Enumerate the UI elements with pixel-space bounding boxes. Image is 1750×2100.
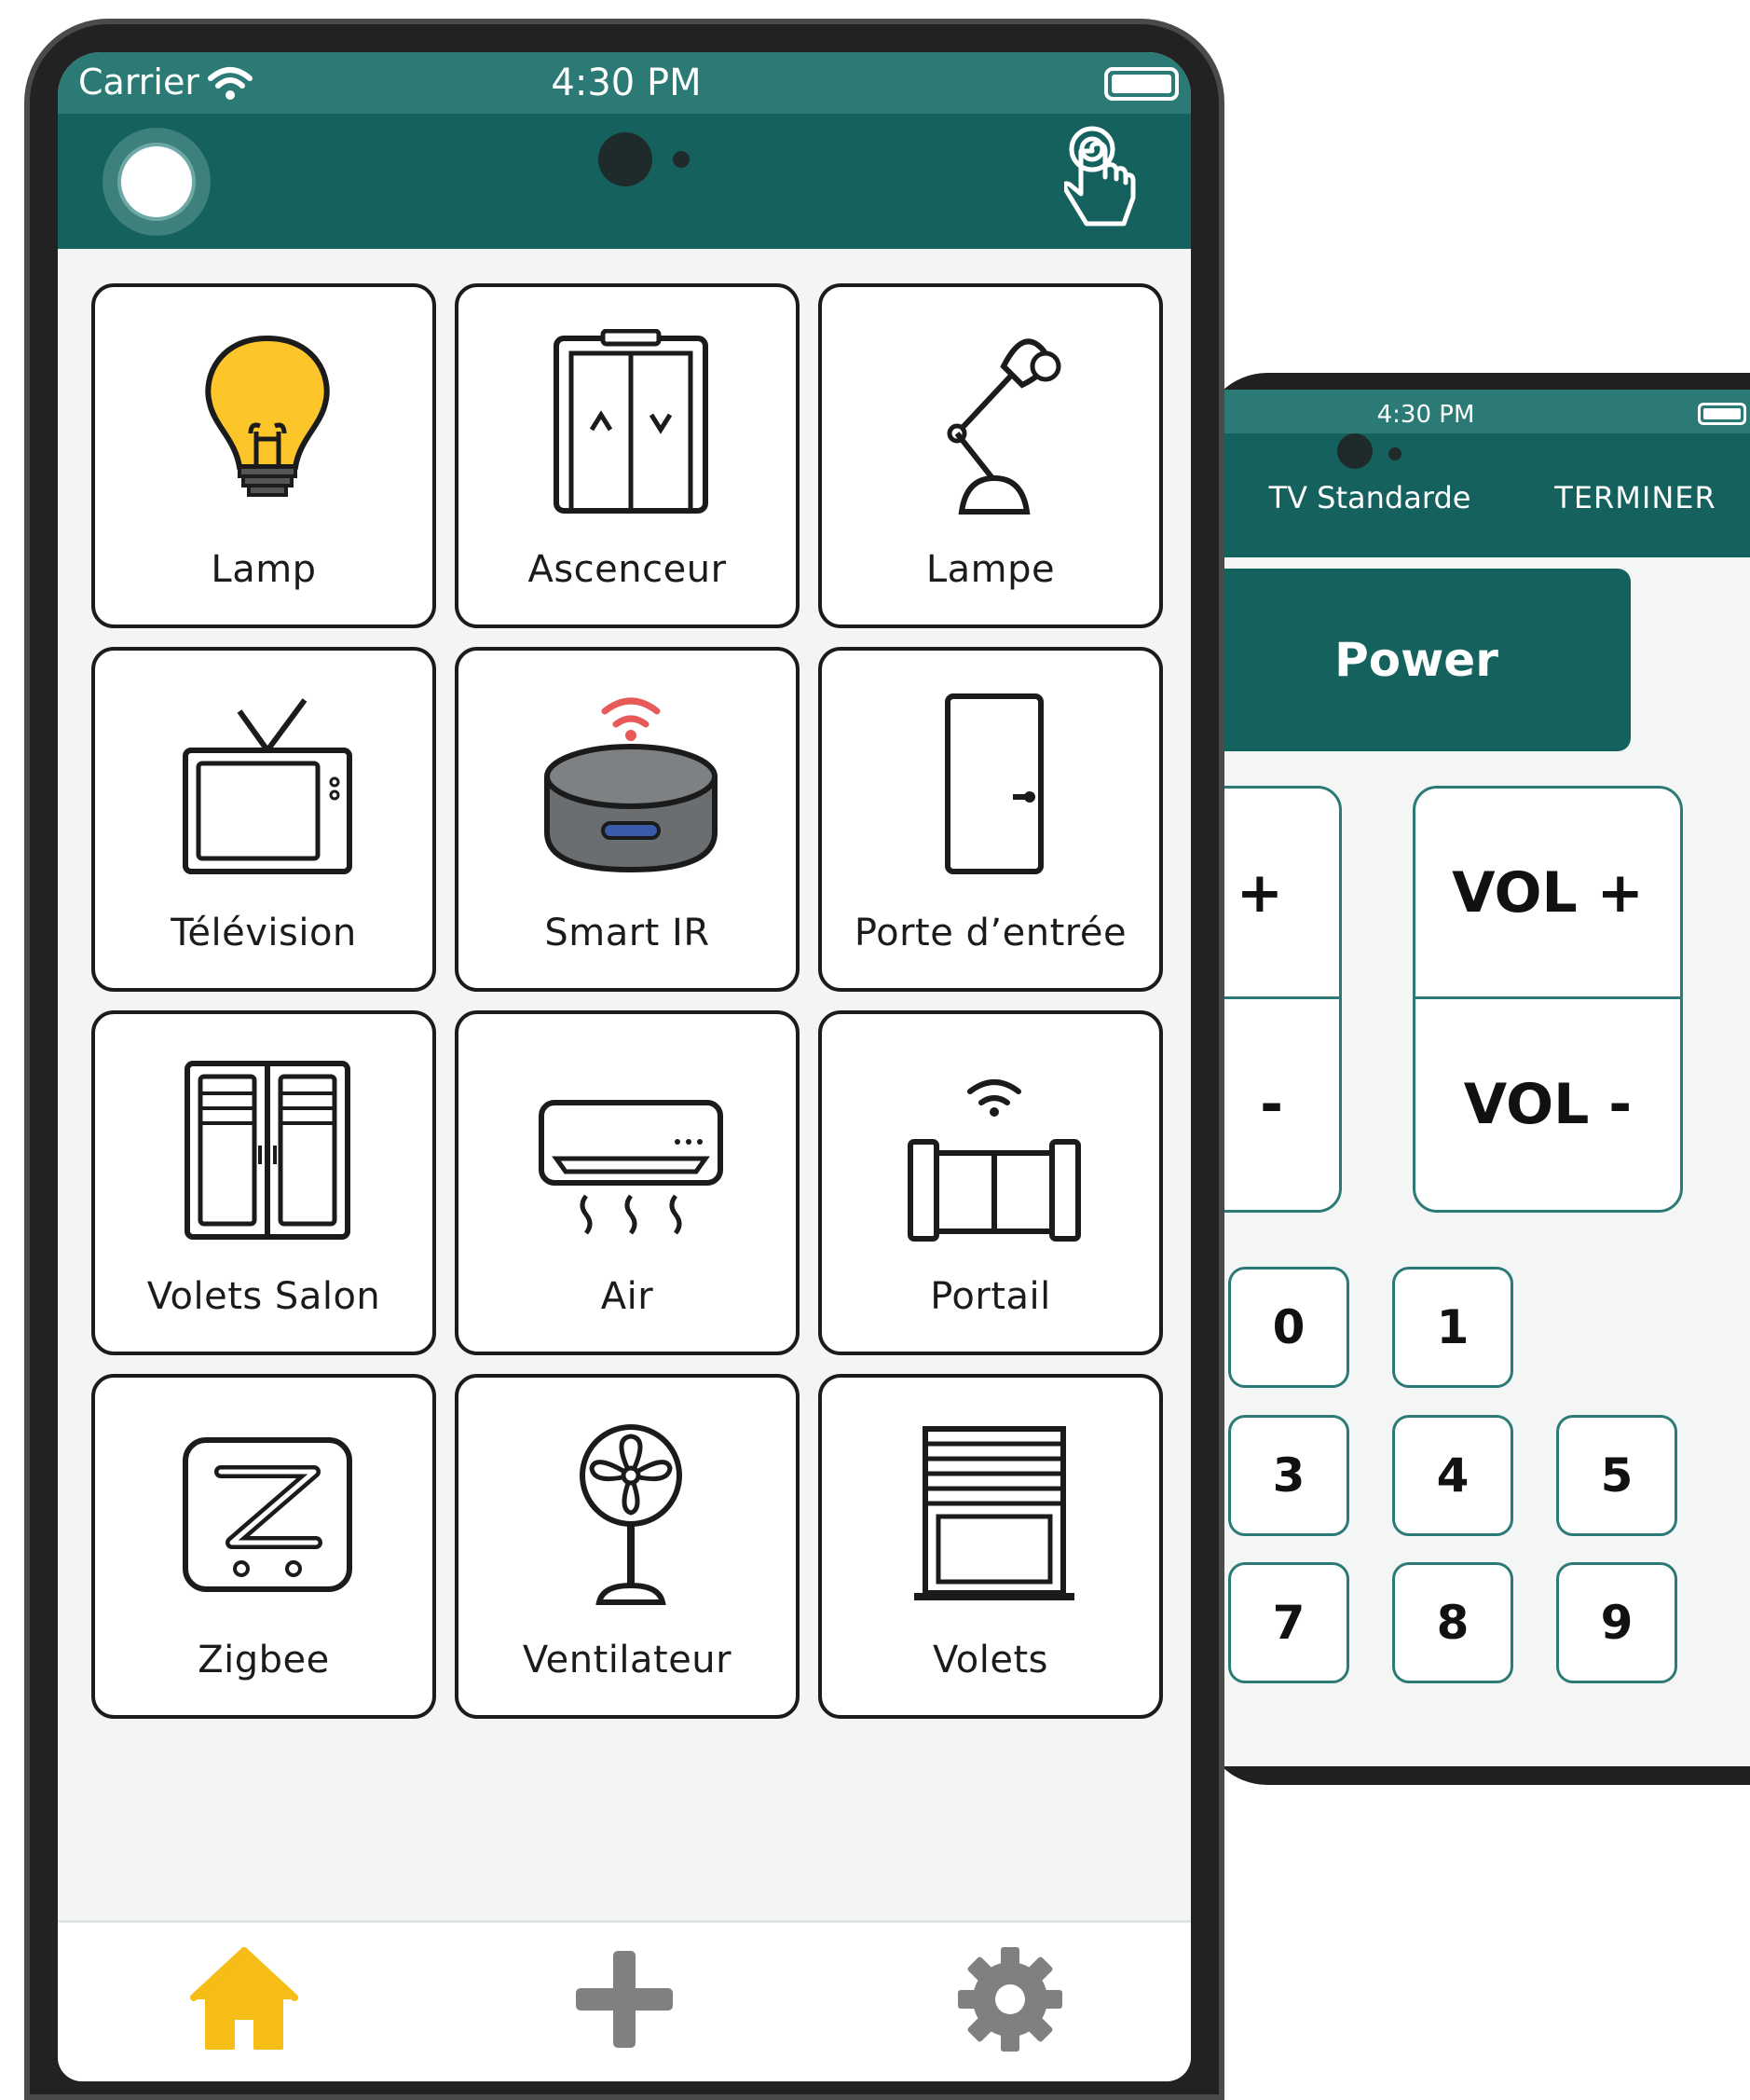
zigbee-icon	[183, 1437, 352, 1592]
device-tile-lampe[interactable]: Lampe	[818, 283, 1163, 628]
device-tile-volets[interactable]: Volets	[818, 1374, 1163, 1719]
sensor-icon	[673, 151, 690, 168]
plus-icon[interactable]	[568, 1943, 680, 2055]
lightbulb-icon	[205, 335, 330, 497]
device-label: Air	[600, 1275, 654, 1318]
device-tile-ascenceur[interactable]: Ascenceur	[455, 283, 800, 628]
device-label: Volets	[933, 1639, 1048, 1681]
desk-lamp-icon	[947, 338, 1061, 515]
door-icon	[945, 693, 1044, 874]
key-1[interactable]: 1	[1392, 1267, 1513, 1388]
air-conditioner-icon	[539, 1100, 723, 1235]
sensor-icon	[1388, 447, 1401, 460]
power-button[interactable]: Power	[1221, 569, 1631, 751]
remote-status-time: 4:30 PM	[1376, 401, 1475, 429]
app-header	[58, 114, 1191, 249]
device-tile-ventilateur[interactable]: Ventilateur	[455, 1374, 800, 1719]
home-screen: Carrier 4:30 PM Lamp Ascenceur Lampe Tél…	[58, 52, 1191, 2081]
device-label: Porte d’entrée	[854, 912, 1128, 954]
device-label: Ascenceur	[527, 548, 727, 591]
device-tile-air[interactable]: Air	[455, 1010, 800, 1355]
device-label: Volets Salon	[146, 1275, 381, 1318]
device-label: Smart IR	[544, 912, 710, 954]
device-tile-smart-ir[interactable]: Smart IR	[455, 647, 800, 992]
wardrobe-shutters-icon	[185, 1061, 350, 1240]
channel-down-button[interactable]: -	[1221, 999, 1339, 1210]
remote-title: TV Standarde	[1268, 480, 1471, 515]
device-tile-television[interactable]: Télévision	[91, 647, 436, 992]
device-label: Zigbee	[198, 1639, 330, 1681]
device-tile-porte-entree[interactable]: Porte d’entrée	[818, 647, 1163, 992]
device-label: Ventilateur	[522, 1639, 732, 1681]
wifi-icon	[208, 67, 253, 100]
smart-speaker-icon	[544, 697, 718, 873]
device-tile-volets-salon[interactable]: Volets Salon	[91, 1010, 436, 1355]
remote-screen: 4:30 PM TV Standarde TERMINER Power + - …	[1221, 390, 1750, 1766]
key-4[interactable]: 4	[1392, 1415, 1513, 1536]
elevator-icon	[554, 329, 708, 514]
key-0[interactable]: 0	[1228, 1267, 1349, 1388]
gate-icon	[908, 1079, 1081, 1242]
carrier-label: Carrier	[78, 62, 199, 103]
key-9[interactable]: 9	[1556, 1562, 1677, 1683]
device-tile-lamp[interactable]: Lamp	[91, 283, 436, 628]
gear-icon[interactable]	[954, 1943, 1066, 2055]
television-icon	[183, 698, 352, 874]
battery-icon	[1104, 67, 1179, 101]
device-tile-zigbee[interactable]: Zigbee	[91, 1374, 436, 1719]
touch-gesture-icon[interactable]	[1064, 119, 1148, 240]
device-label: Portail	[930, 1275, 1051, 1318]
device-grid: Lamp Ascenceur Lampe Télévision Smart IR…	[91, 283, 1163, 1719]
key-3[interactable]: 3	[1228, 1415, 1349, 1536]
status-bar: Carrier 4:30 PM	[58, 52, 1191, 114]
tab-bar	[58, 1920, 1191, 2081]
key-5[interactable]: 5	[1556, 1415, 1677, 1536]
device-label: Lamp	[211, 548, 317, 591]
window-blinds-icon	[914, 1426, 1074, 1600]
fan-icon	[580, 1424, 682, 1605]
volume-rocker: VOL + VOL -	[1413, 786, 1683, 1213]
channel-up-button[interactable]: +	[1221, 789, 1339, 999]
done-button[interactable]: TERMINER	[1538, 480, 1733, 515]
home-icon[interactable]	[188, 1943, 300, 2055]
volume-down-button[interactable]: VOL -	[1415, 999, 1680, 1210]
key-7[interactable]: 7	[1228, 1562, 1349, 1683]
battery-icon	[1698, 403, 1746, 425]
camera-icon	[1337, 433, 1373, 469]
device-label: Lampe	[925, 548, 1056, 591]
device-tile-portail[interactable]: Portail	[818, 1010, 1163, 1355]
device-label: Télévision	[171, 912, 357, 954]
volume-up-button[interactable]: VOL +	[1415, 789, 1680, 999]
camera-icon	[598, 132, 652, 186]
remote-status-bar: 4:30 PM	[1221, 390, 1750, 433]
key-8[interactable]: 8	[1392, 1562, 1513, 1683]
status-time: 4:30 PM	[551, 62, 702, 104]
channel-rocker: + -	[1221, 786, 1342, 1213]
remote-header: TV Standarde TERMINER	[1221, 433, 1750, 557]
power-toggle[interactable]	[103, 128, 211, 236]
